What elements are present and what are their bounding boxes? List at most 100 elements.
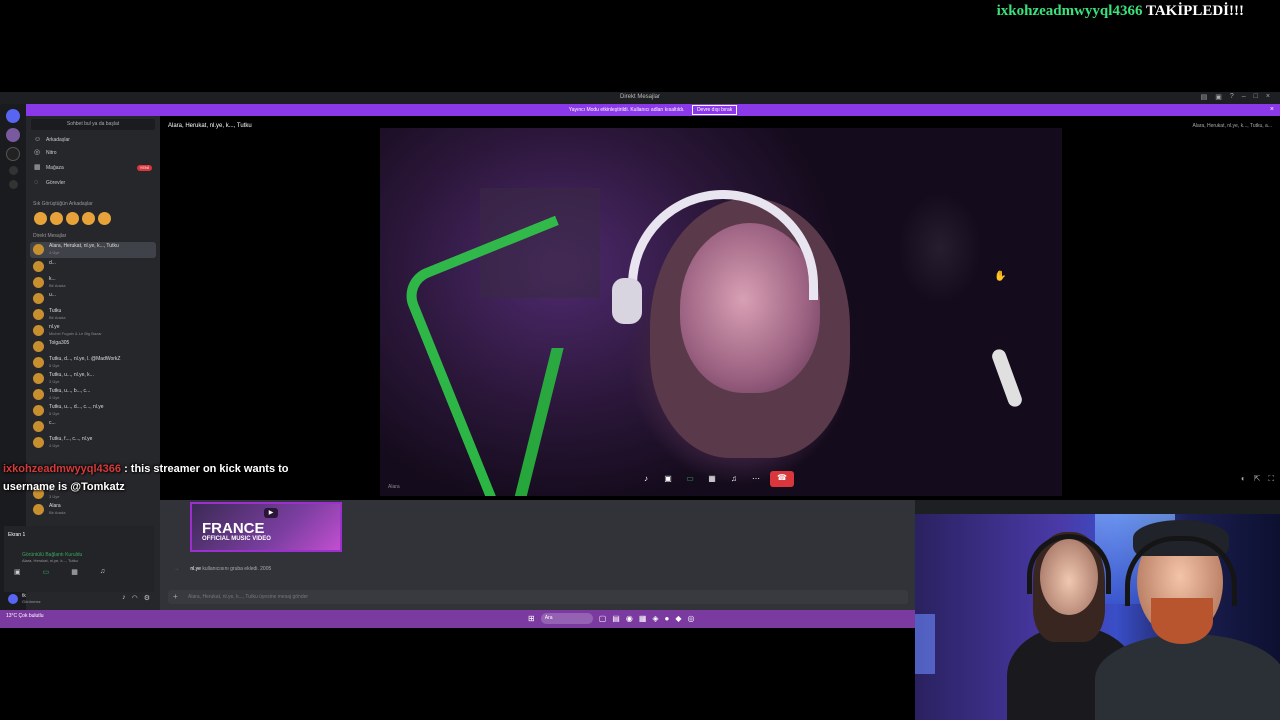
- server-icon[interactable]: [6, 147, 20, 161]
- dm-name: Tutku, u..., d..., c..., nl.ye: [49, 404, 104, 410]
- disable-streamer-mode-button[interactable]: Devre dışı bırak: [691, 105, 738, 115]
- dm-item[interactable]: u...: [30, 291, 156, 307]
- camera-icon[interactable]: ▣: [660, 472, 676, 486]
- dm-name: d...: [49, 260, 56, 266]
- file-explorer-icon[interactable]: ▤: [612, 614, 620, 623]
- mic-icon[interactable]: ♪: [638, 472, 654, 486]
- mic-icon[interactable]: ♪: [122, 594, 126, 602]
- message-input[interactable]: + Alara, Herukat, nl.ye, k..., Tutku üye…: [168, 590, 908, 604]
- screen-share-icon[interactable]: ▭: [682, 472, 698, 486]
- camera-icon[interactable]: ▣: [14, 568, 21, 576]
- avatar[interactable]: [8, 594, 18, 604]
- server-icon[interactable]: [6, 128, 20, 142]
- soundboard-icon[interactable]: ♫: [100, 568, 105, 576]
- dm-item[interactable]: d...: [30, 259, 156, 275]
- streamer-webcam: [915, 514, 1280, 720]
- maximize-icon[interactable]: □: [1254, 93, 1258, 101]
- taskbar-search[interactable]: Ara: [540, 613, 593, 624]
- window-icon[interactable]: ▣: [1215, 93, 1222, 101]
- app-icon[interactable]: ◆: [675, 614, 681, 623]
- voice-connection-panel: Ekran 1 Görüntülü Bağlantı Kuruldu Alara…: [4, 526, 154, 592]
- more-icon[interactable]: ⋯: [748, 472, 764, 486]
- avatar[interactable]: [34, 212, 47, 225]
- soundboard-icon[interactable]: ♫: [726, 472, 742, 486]
- close-icon[interactable]: ×: [1266, 93, 1270, 101]
- dm-item[interactable]: Tutku, u..., b..., c... 4 Üye: [30, 387, 156, 403]
- edge-icon[interactable]: ◉: [626, 614, 633, 623]
- desk-light: [915, 614, 935, 674]
- nav-nitro[interactable]: ◎ Nitro: [32, 147, 156, 159]
- gear-icon[interactable]: ⚙: [144, 594, 150, 602]
- system-message-user[interactable]: nl.ye: [190, 566, 201, 572]
- activity-icon[interactable]: ▦: [71, 568, 78, 576]
- banner-text: Yayıncı Modu etkinleştirildi. Kullanıcı …: [568, 107, 685, 113]
- dm-name: k...: [49, 276, 56, 282]
- weather-widget[interactable]: 13°C Çok bulutlu: [6, 613, 44, 619]
- avatar[interactable]: [50, 212, 63, 225]
- dm-item[interactable]: Alara Bir Arada: [30, 502, 156, 518]
- stream-chat-line: username is @Tomkatz: [3, 481, 125, 493]
- video-embed-thumbnail[interactable]: ▶ FRANCE OFFICIAL MUSIC VIDEO: [190, 502, 342, 552]
- nav-quests[interactable]: ◌ Görevler: [32, 177, 156, 189]
- fullscreen-icon[interactable]: ⛶: [1268, 474, 1274, 484]
- dm-item[interactable]: c...: [30, 419, 156, 435]
- avatar: [33, 421, 44, 432]
- dm-item[interactable]: Tutku, u..., d..., c..., nl.ye 5 Üye: [30, 403, 156, 419]
- spotify-icon[interactable]: ●: [665, 614, 670, 623]
- avatar: [33, 341, 44, 352]
- add-attachment-icon[interactable]: +: [173, 590, 178, 604]
- friends-icon: ☺: [34, 136, 42, 143]
- stream-chat-username: ixkohzeadmwyyql4366: [3, 463, 122, 475]
- banner-close-icon[interactable]: ×: [1270, 104, 1274, 116]
- mouse-cursor-icon: ✋: [994, 271, 1007, 282]
- dm-subtitle: 4 Üye: [49, 395, 60, 400]
- search-input[interactable]: Sohbet bul ya da başlat: [31, 119, 155, 130]
- dm-subtitle: 5 Üye: [49, 363, 60, 368]
- dm-name: Alara, Herukat, nl.ye, k..., Tutku: [49, 243, 119, 249]
- avatar: [33, 437, 44, 448]
- dm-item[interactable]: Tutku, d..., nl.ye, l. @MadWorkZ 5 Üye: [30, 355, 156, 371]
- help-icon[interactable]: ?: [1230, 93, 1234, 101]
- voice-controls: ▣ ▭ ▦ ♫: [14, 568, 105, 576]
- app-icon[interactable]: ◎: [688, 614, 695, 623]
- discord-home-icon[interactable]: [6, 109, 20, 123]
- volume-icon[interactable]: ◐: [1241, 474, 1246, 484]
- dm-item[interactable]: Tolga305: [30, 339, 156, 355]
- dm-item[interactable]: k... Bir Arada: [30, 275, 156, 291]
- headphones-icon[interactable]: ◠: [132, 594, 138, 602]
- dm-subtitle: 4 Üye: [49, 250, 60, 255]
- avatar: [33, 373, 44, 384]
- voice-channel-name: Alara, Herukat, nl.ye, k..., Tutku: [22, 558, 78, 563]
- nav-shop[interactable]: ▦ Mağaza YENİ: [32, 162, 156, 174]
- dm-item[interactable]: Tutku, u..., nl.ye, k... 3 Üye: [30, 371, 156, 387]
- screen-share-icon[interactable]: ▭: [43, 568, 50, 576]
- store-icon[interactable]: ▦: [639, 614, 647, 623]
- discord-icon[interactable]: ◈: [652, 614, 658, 623]
- popout-icon[interactable]: ⇱: [1254, 474, 1261, 484]
- play-icon[interactable]: ▶: [264, 508, 278, 518]
- avatar[interactable]: [98, 212, 111, 225]
- call-controls: ♪ ▣ ▭ ▦ ♫ ⋯ ☎: [638, 471, 794, 487]
- avatar: [33, 357, 44, 368]
- dm-name: Tolga305: [49, 340, 70, 346]
- message-input-placeholder: Alara, Herukat, nl.ye, k..., Tutku üyesi…: [188, 594, 309, 600]
- dm-item[interactable]: Alara, Herukat, nl.ye, k..., Tutku 4 Üye: [30, 242, 156, 258]
- task-view-icon[interactable]: ▢: [599, 614, 607, 623]
- end-call-button[interactable]: ☎: [770, 471, 794, 487]
- discover-icon[interactable]: [8, 180, 18, 189]
- avatar: [33, 405, 44, 416]
- dm-item[interactable]: Tutku Bir Arada: [30, 307, 156, 323]
- minimize-icon[interactable]: –: [1242, 93, 1246, 101]
- dm-item[interactable]: nl.ye Michel Fugain & Le Big Bazar: [30, 323, 156, 339]
- add-server-icon[interactable]: [8, 166, 18, 175]
- participant-video[interactable]: Alara: [380, 128, 1062, 496]
- avatar[interactable]: [82, 212, 95, 225]
- avatar[interactable]: [66, 212, 79, 225]
- dm-item[interactable]: Tutku, f..., c..., nl.ye 4 Üye: [30, 435, 156, 451]
- active-now-avatars: [34, 212, 111, 225]
- dm-subtitle: 4 Üye: [49, 443, 60, 448]
- inbox-icon[interactable]: ▤: [1201, 93, 1208, 101]
- nav-friends[interactable]: ☺ Arkadaşlar: [32, 134, 156, 146]
- windows-start-icon[interactable]: ⊞: [528, 614, 535, 623]
- activity-icon[interactable]: ▦: [704, 472, 720, 486]
